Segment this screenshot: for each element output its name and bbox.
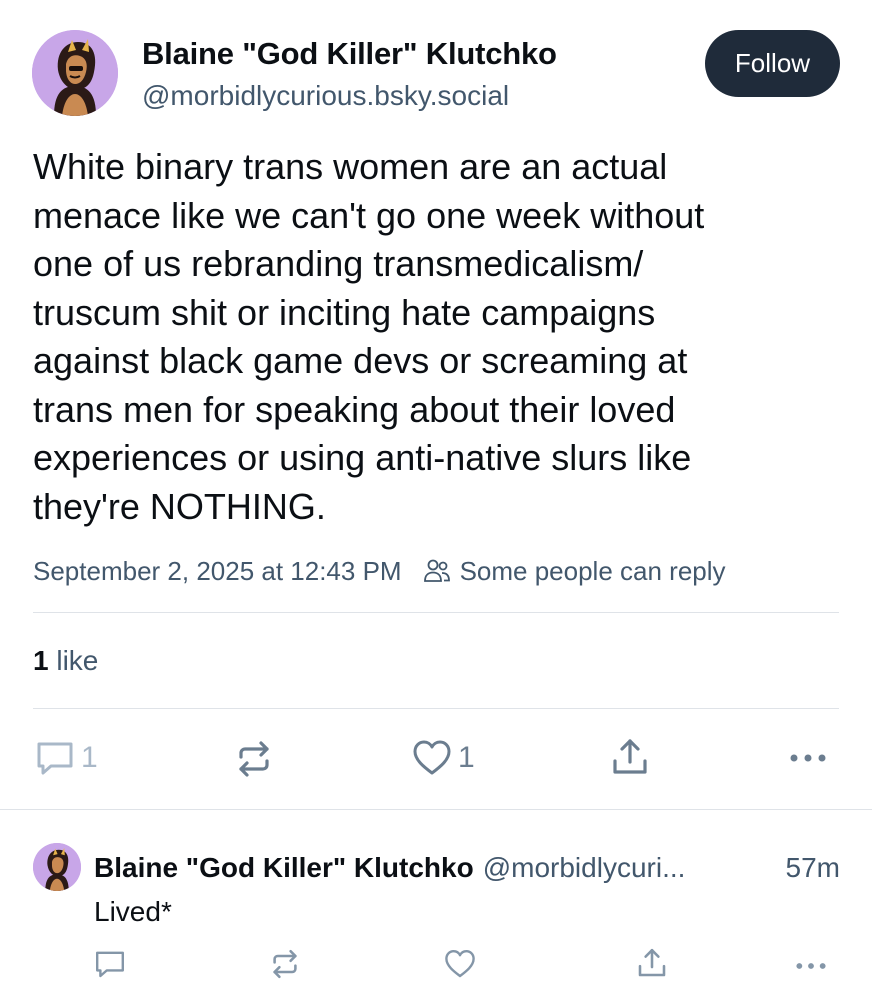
more-options-button[interactable] <box>788 746 828 770</box>
more-icon <box>796 963 826 969</box>
reply-author-handle[interactable]: @morbidlycuri... <box>483 852 768 884</box>
reply-author-avatar[interactable] <box>33 843 81 891</box>
share-icon <box>613 739 647 774</box>
post-meta: September 2, 2025 at 12:43 PM Some peopl… <box>33 554 726 588</box>
avatar-icon <box>32 30 118 116</box>
likes-label: like <box>56 645 99 676</box>
avatar-icon <box>33 843 81 891</box>
reply-restriction[interactable]: Some people can reply <box>460 556 726 587</box>
reply-author-name[interactable]: Blaine "God Killer" Klutchko <box>94 852 474 884</box>
reply-count: 1 <box>81 741 98 774</box>
divider <box>0 809 872 810</box>
people-icon <box>422 556 452 586</box>
reply-repost-button[interactable] <box>269 948 301 980</box>
share-button[interactable] <box>610 737 650 777</box>
author-avatar[interactable] <box>32 30 118 116</box>
repost-button[interactable] <box>234 739 274 779</box>
post-text-line: truscum shit or inciting hate campaigns <box>33 291 656 333</box>
reply-like-button[interactable] <box>444 948 476 980</box>
reply-button[interactable]: 1 <box>35 738 98 778</box>
reply-time[interactable]: 57m <box>786 852 840 884</box>
post-text-line: against black game devs or screaming at <box>33 340 688 381</box>
reply-text: Lived* <box>94 896 172 927</box>
reply-icon <box>37 742 73 775</box>
like-count: 1 <box>458 741 475 774</box>
divider <box>33 708 839 709</box>
heart-icon <box>413 740 451 775</box>
reply-share-button[interactable] <box>636 947 668 979</box>
reply-header: Blaine "God Killer" Klutchko @morbidlycu… <box>94 852 840 884</box>
reply-more-options-button[interactable] <box>794 956 828 976</box>
post-text-line: trans men for speaking about their loved <box>33 388 676 430</box>
follow-button[interactable]: Follow <box>705 30 840 97</box>
post-text: White binary trans women are an actual m… <box>33 143 833 531</box>
author-handle[interactable]: @morbidlycurious.bsky.social <box>142 80 509 112</box>
divider <box>33 612 839 613</box>
heart-icon <box>445 950 475 978</box>
post-text-line: White binary trans women are an actual <box>33 146 668 187</box>
likes-count: 1 <box>33 645 49 676</box>
post-text-line: menace like we can't go one week without <box>33 194 705 236</box>
like-button[interactable]: 1 <box>412 738 475 778</box>
repost-icon <box>239 741 269 777</box>
more-icon <box>790 754 826 762</box>
post-timestamp[interactable]: September 2, 2025 at 12:43 PM <box>33 556 402 587</box>
share-icon <box>638 948 666 977</box>
reply-reply-button[interactable] <box>94 948 126 980</box>
reply-icon <box>96 951 124 978</box>
repost-icon <box>273 949 297 979</box>
likes-count-link[interactable]: 1 like <box>33 645 98 677</box>
post-text-line: one of us rebranding transmedicalism/ <box>33 243 644 284</box>
post-text-line: experiences or using anti-native slurs l… <box>33 437 692 478</box>
post-text-line: they're NOTHING. <box>33 485 326 527</box>
author-display-name[interactable]: Blaine "God Killer" Klutchko <box>142 36 557 72</box>
